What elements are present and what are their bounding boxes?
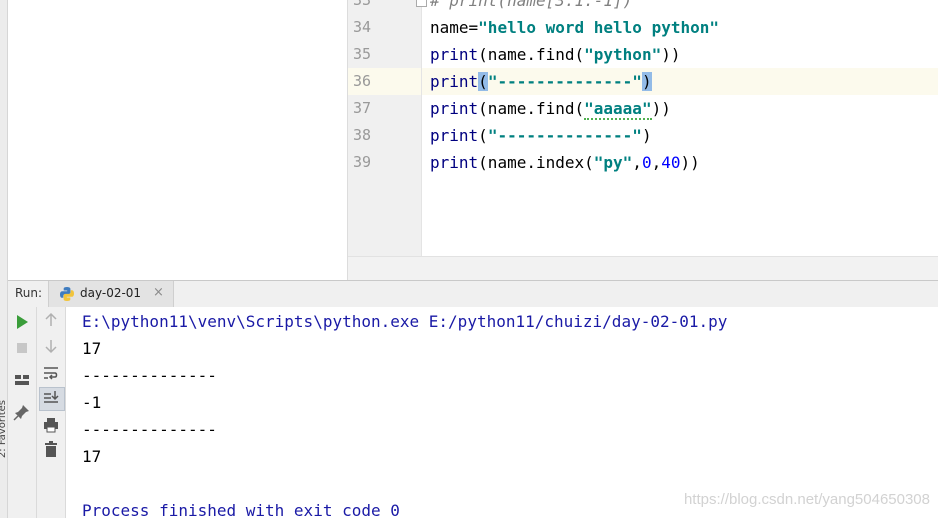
line-number: 33 xyxy=(353,0,372,9)
console-output-line: 17 xyxy=(82,339,102,358)
watermark: https://blog.csdn.net/yang504650308 xyxy=(683,491,930,508)
line-number: 35 xyxy=(353,45,372,63)
layout-icon[interactable] xyxy=(12,370,32,390)
project-pane[interactable] xyxy=(8,0,348,280)
code-line[interactable]: print(name.index("py",0,40)) xyxy=(422,149,938,176)
console-output-line: -1 xyxy=(82,393,102,412)
run-console[interactable]: E:\python11\venv\Scripts\python.exe E:/p… xyxy=(66,307,938,518)
favorites-strip[interactable]: 2: Favorites xyxy=(0,0,8,518)
editor-horizontal-scrollbar[interactable] xyxy=(348,256,938,281)
console-toolbar xyxy=(37,307,66,518)
console-exit-message: Process finished with exit code 0 xyxy=(82,501,400,518)
line-number: 39 xyxy=(353,153,372,171)
console-command-line: E:\python11\venv\Scripts\python.exe E:/p… xyxy=(82,312,728,331)
line-number-current: 36 xyxy=(348,68,421,95)
ide-window: 2: Favorites 33 34 35 36 37 38 39 # prin… xyxy=(0,0,938,518)
trash-icon[interactable] xyxy=(41,440,61,460)
scroll-to-end-icon[interactable] xyxy=(41,388,61,408)
close-icon[interactable]: × xyxy=(153,285,164,300)
print-icon[interactable] xyxy=(41,415,61,435)
run-tab-label: day-02-01 xyxy=(80,286,142,300)
run-toolbar xyxy=(8,307,37,518)
favorites-label[interactable]: 2: Favorites xyxy=(0,400,8,458)
code-line[interactable]: print("--------------") xyxy=(422,122,938,149)
run-tool-header: Run: day-02-01 × xyxy=(8,280,938,308)
down-arrow-icon[interactable] xyxy=(41,336,61,356)
code-line[interactable]: print(name.find("aaaaa")) xyxy=(422,95,938,122)
stop-icon[interactable] xyxy=(12,338,32,358)
line-number: 37 xyxy=(353,99,372,117)
console-output-line: -------------- xyxy=(82,420,217,439)
soft-wrap-icon[interactable] xyxy=(41,363,61,383)
code-line[interactable]: print(name.find("python")) xyxy=(422,41,938,68)
python-file-icon xyxy=(60,287,74,301)
code-line[interactable]: # print(name[3:1:-1]) xyxy=(422,0,938,14)
up-arrow-icon[interactable] xyxy=(41,310,61,330)
line-number: 38 xyxy=(353,126,372,144)
run-label: Run: xyxy=(15,286,43,300)
line-number: 34 xyxy=(353,18,372,36)
code-line[interactable]: name="hello word hello python" xyxy=(422,14,938,41)
run-tab-day-02-01[interactable]: day-02-01 × xyxy=(48,281,174,307)
line-number-gutter: 33 34 35 36 37 38 39 xyxy=(348,0,427,256)
code-area[interactable]: # print(name[3:1:-1]) name="hello word h… xyxy=(422,0,938,256)
console-output-line: 17 xyxy=(82,447,102,466)
rerun-play-icon[interactable] xyxy=(12,312,32,332)
code-editor[interactable]: 33 34 35 36 37 38 39 # print(name[3:1:-1… xyxy=(348,0,938,281)
pin-icon[interactable] xyxy=(12,402,32,422)
console-output-line: -------------- xyxy=(82,366,217,385)
code-line-current[interactable]: print("--------------") xyxy=(422,68,938,95)
